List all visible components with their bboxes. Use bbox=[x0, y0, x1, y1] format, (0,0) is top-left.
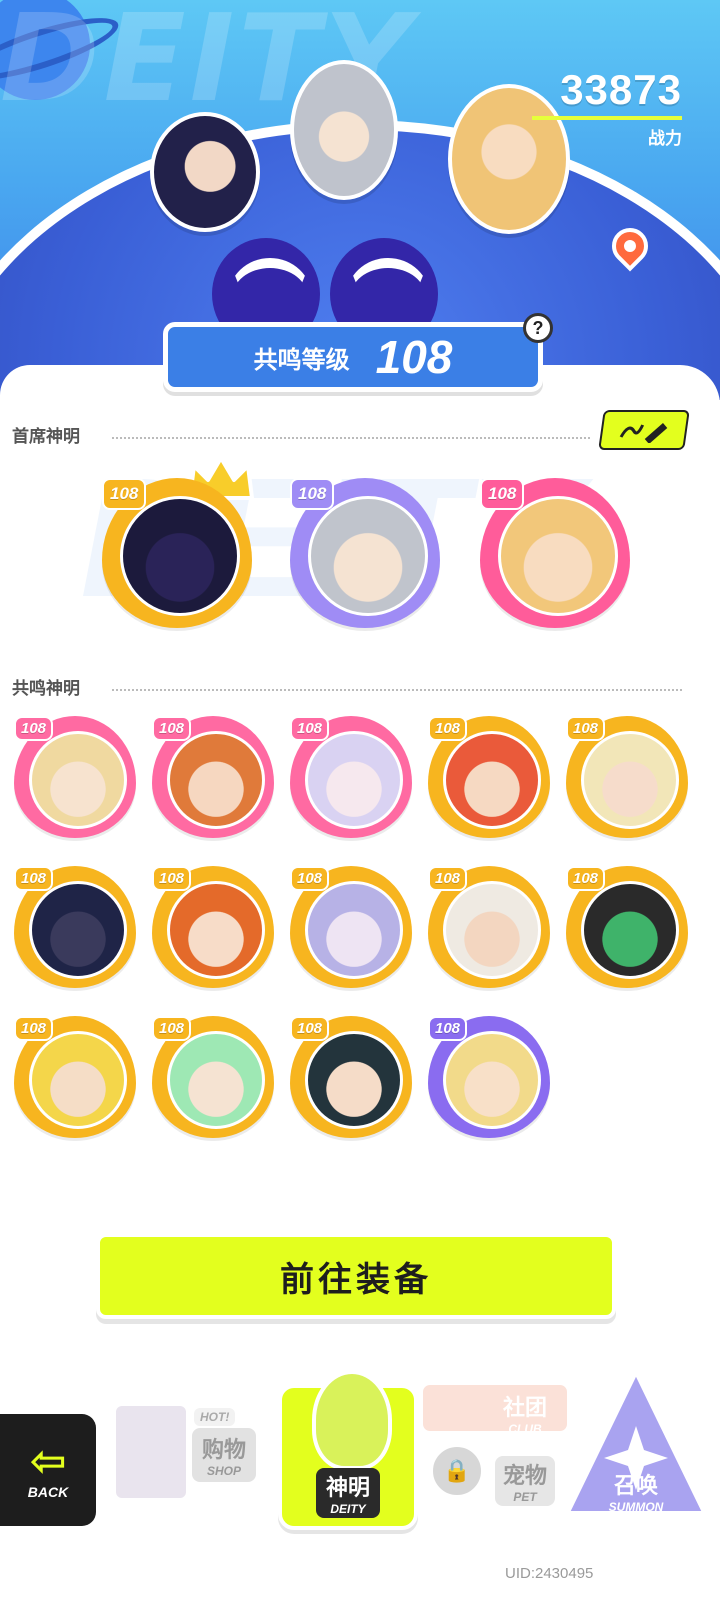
user-id: UID:2430495 bbox=[505, 1565, 594, 1582]
deity-portrait bbox=[305, 881, 403, 979]
level-badge: 108 bbox=[566, 716, 606, 741]
nav-summon-en: SUMMON bbox=[608, 1500, 664, 1514]
deity-portrait bbox=[581, 881, 679, 979]
deity-portrait bbox=[443, 731, 541, 829]
go-equip-button[interactable]: 前往装备 bbox=[96, 1233, 616, 1319]
level-badge: 108 bbox=[290, 478, 335, 510]
deity-avatar[interactable]: 108 bbox=[566, 866, 688, 988]
deity-portrait bbox=[498, 496, 618, 616]
pencil-icon bbox=[619, 423, 668, 443]
power-label: 战力 bbox=[648, 129, 682, 149]
level-badge: 108 bbox=[152, 716, 192, 741]
level-badge: 108 bbox=[290, 866, 330, 891]
deity-avatar[interactable]: 108 bbox=[14, 866, 136, 988]
lock-icon: 🔒 bbox=[430, 1444, 484, 1498]
deity-avatar[interactable]: 108 bbox=[14, 716, 136, 838]
level-badge: 108 bbox=[428, 866, 468, 891]
deity-avatar[interactable]: 108 bbox=[428, 716, 550, 838]
deity-portrait bbox=[305, 1031, 403, 1129]
deity-avatar[interactable]: 108 bbox=[152, 716, 274, 838]
nav-club[interactable]: 社团 CLUB bbox=[420, 1376, 580, 1436]
nav-summon[interactable]: 召唤 SUMMON bbox=[560, 1364, 712, 1522]
deity-portrait bbox=[443, 881, 541, 979]
nav-club-en: CLUB bbox=[508, 1422, 542, 1436]
deity-avatar[interactable]: 108 bbox=[566, 716, 688, 838]
nav-pet-en: PET bbox=[513, 1490, 537, 1504]
nav-club-cn: 社团 bbox=[502, 1396, 547, 1421]
hot-badge: HOT! bbox=[194, 1408, 236, 1426]
deity-portrait bbox=[167, 1031, 265, 1129]
power-display: 33873 战力 bbox=[532, 66, 682, 149]
level-badge: 108 bbox=[102, 478, 147, 510]
vending-machine-icon bbox=[112, 1402, 190, 1502]
deity-mascot-icon bbox=[312, 1370, 392, 1470]
level-badge: 108 bbox=[14, 1016, 54, 1041]
deity-avatar[interactable]: 108 bbox=[290, 716, 412, 838]
edit-button[interactable] bbox=[598, 410, 690, 450]
deity-portrait bbox=[443, 1031, 541, 1129]
resonance-level-value: 108 bbox=[375, 331, 453, 383]
level-badge: 108 bbox=[14, 866, 54, 891]
back-label: BACK bbox=[27, 1484, 69, 1500]
deity-avatar[interactable]: 108 bbox=[428, 1016, 550, 1138]
deity-avatar[interactable]: 108 bbox=[14, 1016, 136, 1138]
level-badge: 108 bbox=[480, 478, 525, 510]
deity-portrait bbox=[308, 496, 428, 616]
nav-summon-cn: 召唤 bbox=[613, 1474, 658, 1499]
back-arrow-icon: ⇦ bbox=[29, 1436, 67, 1487]
nav-shop[interactable]: HOT! 购物 SHOP bbox=[106, 1372, 266, 1512]
chief-section-title: 首席神明 bbox=[12, 427, 80, 447]
level-badge: 108 bbox=[152, 1016, 192, 1041]
nav-deity-cn: 神明 bbox=[325, 1476, 370, 1501]
power-underline bbox=[532, 116, 682, 120]
nav-pet[interactable]: 🔒 宠物 PET bbox=[420, 1444, 560, 1506]
chief-divider bbox=[112, 437, 590, 439]
deity-portrait bbox=[29, 731, 127, 829]
deity-portrait bbox=[581, 731, 679, 829]
level-badge: 108 bbox=[290, 1016, 330, 1041]
level-badge: 108 bbox=[290, 716, 330, 741]
deity-portrait bbox=[29, 881, 127, 979]
deity-portrait bbox=[305, 731, 403, 829]
deity-avatar[interactable]: 108 bbox=[480, 478, 630, 628]
level-badge: 108 bbox=[428, 716, 468, 741]
deity-portrait bbox=[167, 731, 265, 829]
nav-shop-cn: 购物 bbox=[202, 1438, 247, 1463]
power-value: 33873 bbox=[560, 66, 682, 113]
deity-avatar[interactable]: 108 bbox=[290, 1016, 412, 1138]
resonance-section-title: 共鸣神明 bbox=[12, 679, 80, 699]
deity-portrait bbox=[29, 1031, 127, 1129]
help-icon[interactable]: ? bbox=[523, 313, 553, 343]
back-button[interactable]: ⇦ BACK bbox=[0, 1414, 96, 1526]
nav-pet-cn: 宠物 bbox=[502, 1464, 547, 1489]
level-badge: 108 bbox=[428, 1016, 468, 1041]
resonance-level-label: 共鸣等级 bbox=[253, 345, 350, 374]
nav-deity-en: DEITY bbox=[330, 1502, 366, 1516]
deity-avatar[interactable]: 108 bbox=[290, 866, 412, 988]
resonance-level-panel[interactable]: 共鸣等级 108 bbox=[163, 322, 543, 392]
level-badge: 108 bbox=[14, 716, 54, 741]
deity-avatar[interactable]: 108 bbox=[152, 1016, 274, 1138]
deity-avatar[interactable]: 108 bbox=[152, 866, 274, 988]
resonance-divider bbox=[112, 689, 682, 691]
deity-portrait bbox=[120, 496, 240, 616]
deity-portrait bbox=[167, 881, 265, 979]
level-badge: 108 bbox=[152, 866, 192, 891]
nav-shop-en: SHOP bbox=[207, 1464, 242, 1478]
chibi-deity-dark[interactable] bbox=[150, 112, 260, 232]
level-badge: 108 bbox=[566, 866, 606, 891]
deity-avatar[interactable]: 108 bbox=[428, 866, 550, 988]
chibi-deity-silver[interactable] bbox=[290, 60, 398, 200]
nav-deity[interactable]: 神明 DEITY bbox=[278, 1370, 418, 1530]
